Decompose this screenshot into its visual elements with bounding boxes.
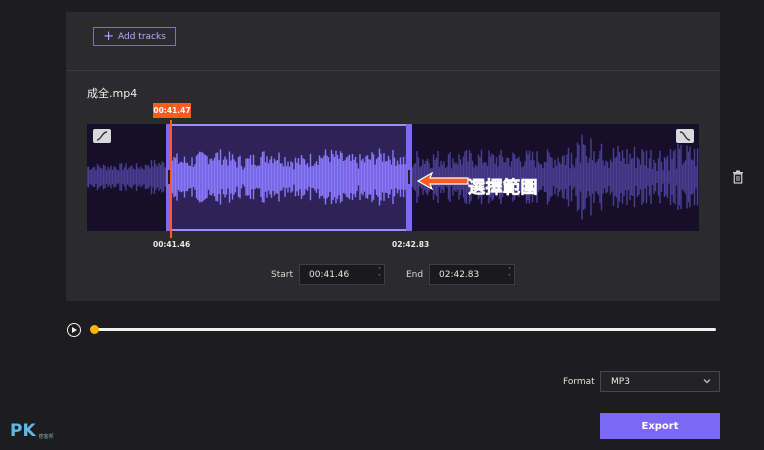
- end-time-input[interactable]: 02:42.83 ˄ ˅: [429, 264, 515, 285]
- fade-out-button[interactable]: [676, 129, 694, 143]
- fade-in-curve-icon: [96, 131, 108, 141]
- play-icon: [72, 327, 77, 333]
- playhead-time-badge: 00:41.47: [153, 103, 191, 118]
- annotation-arrow-icon: [416, 172, 469, 190]
- file-name: 成全.mp4: [87, 87, 138, 100]
- start-time-input[interactable]: 00:41.46 ˄ ˅: [299, 264, 385, 285]
- playback-progress-thumb[interactable]: [90, 325, 99, 334]
- start-time-value: 00:41.46: [309, 269, 350, 280]
- selection-range[interactable]: [166, 124, 412, 231]
- chevron-down-icon: [703, 379, 711, 384]
- end-time-value: 02:42.83: [439, 269, 480, 280]
- stepper-down-icon[interactable]: ˅: [378, 274, 381, 281]
- playhead[interactable]: [170, 120, 172, 238]
- selection-end-time: 02:42.83: [392, 240, 430, 249]
- add-tracks-label: Add tracks: [118, 31, 166, 42]
- trash-icon[interactable]: [732, 170, 744, 184]
- start-stepper[interactable]: ˄ ˅: [378, 267, 381, 281]
- watermark-sub: 痞客邦: [38, 434, 54, 440]
- stepper-down-icon[interactable]: ˅: [508, 274, 511, 281]
- play-button[interactable]: [67, 323, 81, 337]
- fade-in-button[interactable]: [93, 129, 111, 143]
- format-select[interactable]: MP3: [600, 371, 720, 392]
- format-value: MP3: [611, 376, 630, 387]
- add-tracks-button[interactable]: + Add tracks: [93, 27, 176, 46]
- annotation-text: 選擇範圍: [468, 178, 538, 199]
- playback-progress-bar[interactable]: [94, 328, 716, 331]
- end-stepper[interactable]: ˄ ˅: [508, 267, 511, 281]
- stepper-up-icon[interactable]: ˄: [378, 267, 381, 274]
- end-label: End: [406, 270, 424, 280]
- start-label: Start: [271, 270, 293, 280]
- watermark-logo: PK 痞客邦: [10, 421, 54, 441]
- right-handle-grip: [408, 170, 410, 184]
- stepper-up-icon[interactable]: ˄: [508, 267, 511, 274]
- watermark-text: PK: [10, 421, 36, 441]
- export-button[interactable]: Export: [600, 413, 720, 439]
- fade-out-curve-icon: [679, 131, 691, 141]
- selection-start-time: 00:41.46: [153, 240, 191, 249]
- plus-icon: +: [103, 28, 114, 44]
- format-label: Format: [563, 377, 595, 387]
